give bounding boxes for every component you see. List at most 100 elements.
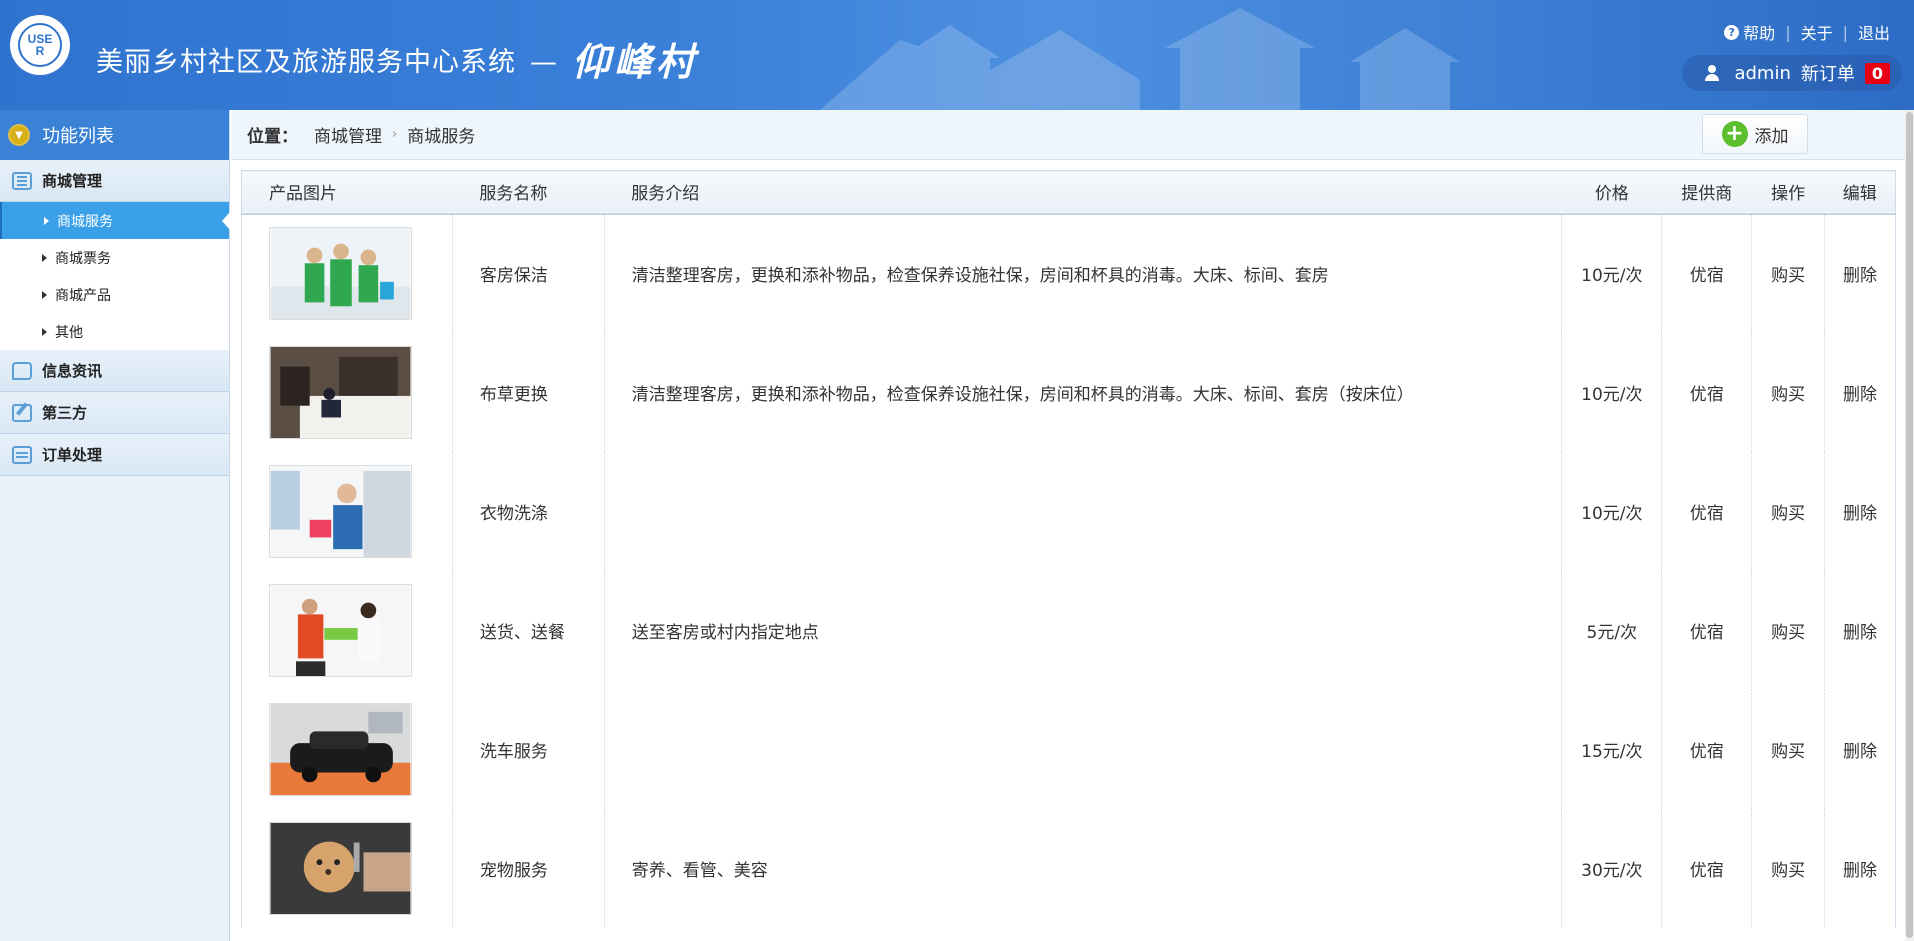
service-price: 30元/次 <box>1561 808 1662 928</box>
product-image-cell <box>241 451 453 571</box>
vertical-scrollbar[interactable] <box>1905 110 1914 941</box>
service-name: 宠物服务 <box>451 808 605 928</box>
username[interactable]: admin <box>1734 63 1790 84</box>
service-name: 客房保洁 <box>451 213 605 333</box>
sidebar-group-third-party[interactable]: 第三方 <box>0 392 229 434</box>
sidebar-group-label: 信息资讯 <box>42 362 103 380</box>
service-provider: 优宿 <box>1661 570 1752 690</box>
column-header: 操作 <box>1771 184 1806 205</box>
product-image-cell <box>241 213 453 333</box>
breadcrumb-prefix: 位置： <box>247 127 298 147</box>
breadcrumb-item[interactable]: 商城管理 <box>314 122 382 147</box>
help-label: 帮助 <box>1743 24 1776 43</box>
product-image[interactable] <box>269 702 412 796</box>
service-provider: 优宿 <box>1661 213 1752 333</box>
caret-right-icon <box>42 327 47 336</box>
caret-right-icon <box>42 253 47 262</box>
column-header: 编辑 <box>1842 184 1877 205</box>
plus-icon: + <box>1721 121 1748 147</box>
buy-button[interactable]: 购买 <box>1751 213 1825 333</box>
buy-button[interactable]: 购买 <box>1751 451 1825 571</box>
link-separator: | <box>1785 22 1791 42</box>
column-header: 价格 <box>1594 184 1629 205</box>
edit-icon <box>12 403 32 422</box>
product-image[interactable] <box>269 227 412 320</box>
help-icon: ? <box>1724 24 1740 40</box>
add-button[interactable]: + 添加 <box>1702 114 1808 154</box>
breadcrumb: 位置： 商城管理 › 商城服务 + 添加 <box>231 110 1914 160</box>
top-header: USER 美丽乡村社区及旅游服务中心系统 — 仰峰村 ? 帮助 | 关于 | 退出 … <box>0 0 1914 110</box>
service-description <box>603 451 1562 571</box>
table-header-row: 产品图片 服务名称 服务介绍 价格 提供商 操作 编辑 <box>241 170 1896 214</box>
village-scenery-background <box>820 8 1460 110</box>
column-header: 提供商 <box>1681 184 1733 205</box>
service-provider: 优宿 <box>1661 689 1752 809</box>
product-image[interactable] <box>269 464 412 558</box>
delete-button[interactable]: 删除 <box>1824 570 1896 690</box>
sidebar-header[interactable]: ▼ 功能列表 <box>0 110 229 160</box>
service-description <box>603 689 1562 809</box>
app-window: USER 美丽乡村社区及旅游服务中心系统 — 仰峰村 ? 帮助 | 关于 | 退出 … <box>0 0 1914 941</box>
service-description: 送至客房或村内指定地点 <box>603 570 1562 690</box>
product-image-cell <box>241 689 453 809</box>
sidebar-group-label: 第三方 <box>42 404 88 422</box>
sidebar-item-mall-ticket[interactable]: 商城票务 <box>0 239 229 276</box>
service-description: 清洁整理客房，更换和添补物品，检查保养设施社保，房间和杯具的消毒。大床、标间、套… <box>603 213 1562 333</box>
service-price: 5元/次 <box>1561 570 1662 690</box>
product-image-cell <box>241 332 453 452</box>
sidebar: ▼ 功能列表 商城管理 商城服务 商城票务 商城产品 其他 信息资讯 第三方 订… <box>0 110 230 941</box>
product-image-cell <box>241 808 453 928</box>
table-row: 送货、送餐 送至客房或村内指定地点 5元/次 优宿 购买 删除 <box>241 570 1896 690</box>
chevron-down-icon: ▼ <box>8 124 30 146</box>
sidebar-item-label: 商城票务 <box>55 250 111 267</box>
service-price: 10元/次 <box>1561 213 1662 333</box>
system-name: 美丽乡村社区及旅游服务中心系统 <box>96 47 516 78</box>
buy-button[interactable]: 购买 <box>1751 332 1825 452</box>
sidebar-subitems: 商城服务 商城票务 商城产品 其他 <box>0 202 230 350</box>
delete-button[interactable]: 删除 <box>1824 213 1896 333</box>
sidebar-item-mall-product[interactable]: 商城产品 <box>0 276 229 313</box>
table-row: 衣物洗涤 10元/次 优宿 购买 删除 <box>241 451 1896 571</box>
help-link[interactable]: ? 帮助 <box>1724 20 1775 44</box>
buy-button[interactable]: 购买 <box>1751 570 1825 690</box>
breadcrumb-item: 商城服务 <box>407 127 476 147</box>
delete-button[interactable]: 删除 <box>1824 451 1896 571</box>
service-name: 洗车服务 <box>451 689 605 809</box>
sidebar-group-label: 订单处理 <box>42 446 103 464</box>
product-image[interactable] <box>269 583 412 677</box>
buy-button[interactable]: 购买 <box>1751 808 1825 928</box>
link-separator: | <box>1842 22 1848 42</box>
delete-button[interactable]: 删除 <box>1824 808 1896 928</box>
sidebar-item-mall-service[interactable]: 商城服务 <box>0 202 230 239</box>
service-name: 衣物洗涤 <box>451 451 605 571</box>
sidebar-group-orders[interactable]: 订单处理 <box>0 434 229 476</box>
main-content: 位置： 商城管理 › 商城服务 + 添加 产品图片 服务名称 服务介绍 价格 提… <box>231 110 1914 941</box>
top-links: ? 帮助 | 关于 | 退出 <box>1724 20 1890 44</box>
sidebar-item-label: 其他 <box>55 324 83 341</box>
service-provider: 优宿 <box>1661 808 1752 928</box>
table-row: 洗车服务 15元/次 优宿 购买 删除 <box>241 689 1896 809</box>
scrollbar-thumb[interactable] <box>1906 112 1913 938</box>
product-image[interactable] <box>269 345 412 439</box>
chat-icon <box>12 361 32 380</box>
service-name: 布草更换 <box>451 332 605 452</box>
about-link[interactable]: 关于 <box>1801 20 1833 44</box>
buy-button[interactable]: 购买 <box>1751 689 1825 809</box>
service-price: 10元/次 <box>1561 451 1662 571</box>
delete-button[interactable]: 删除 <box>1824 689 1896 809</box>
sidebar-group-mall[interactable]: 商城管理 <box>0 160 229 202</box>
new-orders-label[interactable]: 新订单 <box>1801 60 1855 86</box>
new-orders-badge[interactable]: 0 <box>1864 62 1890 84</box>
sidebar-group-news[interactable]: 信息资讯 <box>0 350 229 392</box>
column-header: 产品图片 <box>269 184 337 205</box>
user-icon <box>1704 65 1720 81</box>
logout-link[interactable]: 退出 <box>1858 20 1890 44</box>
add-button-label: 添加 <box>1754 126 1789 147</box>
sidebar-item-other[interactable]: 其他 <box>0 313 229 350</box>
sidebar-item-label: 商城服务 <box>57 213 113 230</box>
column-header: 服务介绍 <box>631 184 700 205</box>
table-row: 客房保洁 清洁整理客房，更换和添补物品，检查保养设施社保，房间和杯具的消毒。大床、… <box>241 213 1896 333</box>
product-image[interactable] <box>269 821 412 915</box>
delete-button[interactable]: 删除 <box>1824 332 1896 452</box>
title-dash: — <box>530 47 558 78</box>
